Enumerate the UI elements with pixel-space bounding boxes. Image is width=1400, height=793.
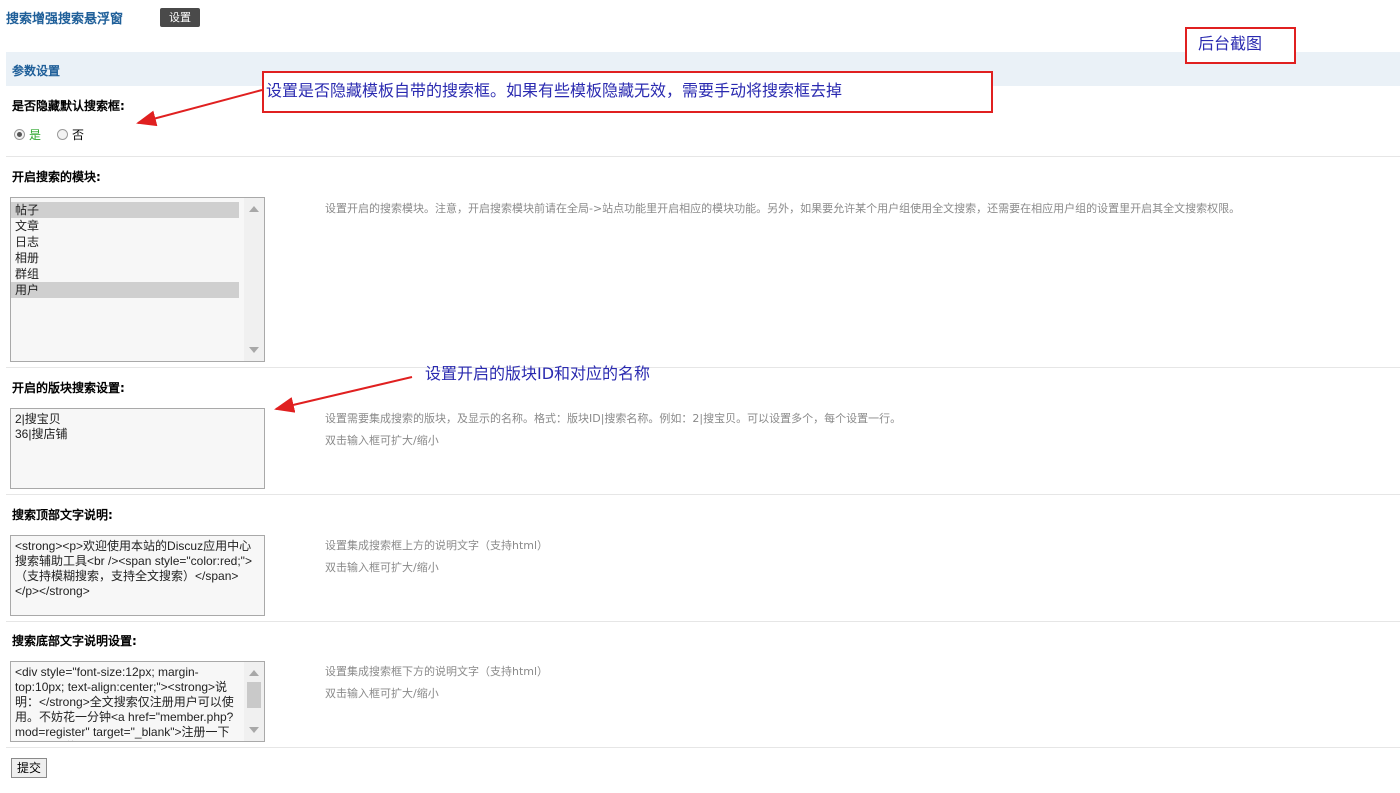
arrow-to-forum-search [274, 376, 413, 413]
arrow-to-hide-search [136, 89, 263, 127]
annotation-arrows [136, 89, 413, 413]
